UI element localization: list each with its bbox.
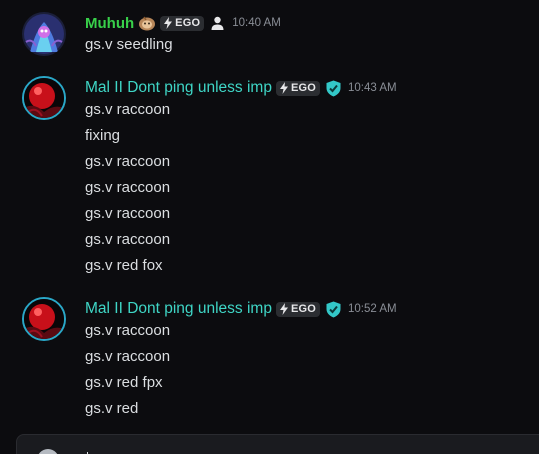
ego-badge[interactable]: EGO — [160, 15, 205, 31]
message-line: gs.v raccoon — [85, 153, 171, 170]
message-line: gs.v raccoon — [85, 231, 171, 248]
username[interactable]: Mal II Dont ping unless imp — [85, 79, 272, 97]
shield-check-icon[interactable] — [325, 80, 342, 97]
avatar-mal[interactable] — [22, 297, 66, 341]
lightning-icon — [279, 303, 289, 315]
message-line: gs.v raccoon — [85, 205, 171, 222]
avatar-muhuh[interactable] — [22, 12, 66, 56]
ego-badge[interactable]: EGO — [275, 301, 321, 317]
badge-label: EGO — [290, 303, 317, 315]
sloth-emoji — [138, 15, 156, 31]
username[interactable]: Mal II Dont ping unless imp — [85, 300, 272, 318]
message-line: gs.v raccoon — [85, 179, 171, 196]
message-line: gs.v seedling — [85, 36, 173, 53]
lightning-icon — [279, 82, 289, 94]
avatar-mal[interactable] — [22, 76, 66, 120]
message-line: gs.v raccoon — [85, 322, 171, 339]
message-header: Mal II Dont ping unless imp EGO 10:43 AM — [85, 78, 397, 98]
timestamp: 10:52 AM — [348, 303, 397, 315]
message-line: gs.v red fpx — [85, 374, 163, 391]
message-line: fixing — [85, 127, 121, 144]
chat-message-list: Muhuh EGO 10:40 AM gs.v seedling Mal II … — [0, 0, 539, 454]
ego-badge[interactable]: EGO — [275, 80, 321, 96]
badge-label: EGO — [290, 82, 317, 94]
person-icon[interactable] — [209, 15, 226, 32]
timestamp: 10:43 AM — [348, 82, 397, 94]
message-line: gs.v red — [85, 400, 139, 417]
lightning-icon — [163, 17, 173, 29]
badge-label: EGO — [175, 17, 201, 29]
message-composer[interactable] — [16, 434, 539, 454]
message-header: Muhuh EGO 10:40 AM — [85, 13, 281, 33]
message-line: gs.v red fox — [85, 257, 163, 274]
add-attachment-icon[interactable] — [37, 449, 59, 454]
message-line: gs.v raccoon — [85, 101, 171, 118]
message-line: gs.v raccoon — [85, 348, 171, 365]
username[interactable]: Muhuh — [85, 15, 134, 32]
timestamp: 10:40 AM — [232, 17, 281, 29]
message-header: Mal II Dont ping unless imp EGO 10:52 AM — [85, 299, 397, 319]
shield-check-icon[interactable] — [325, 301, 342, 318]
